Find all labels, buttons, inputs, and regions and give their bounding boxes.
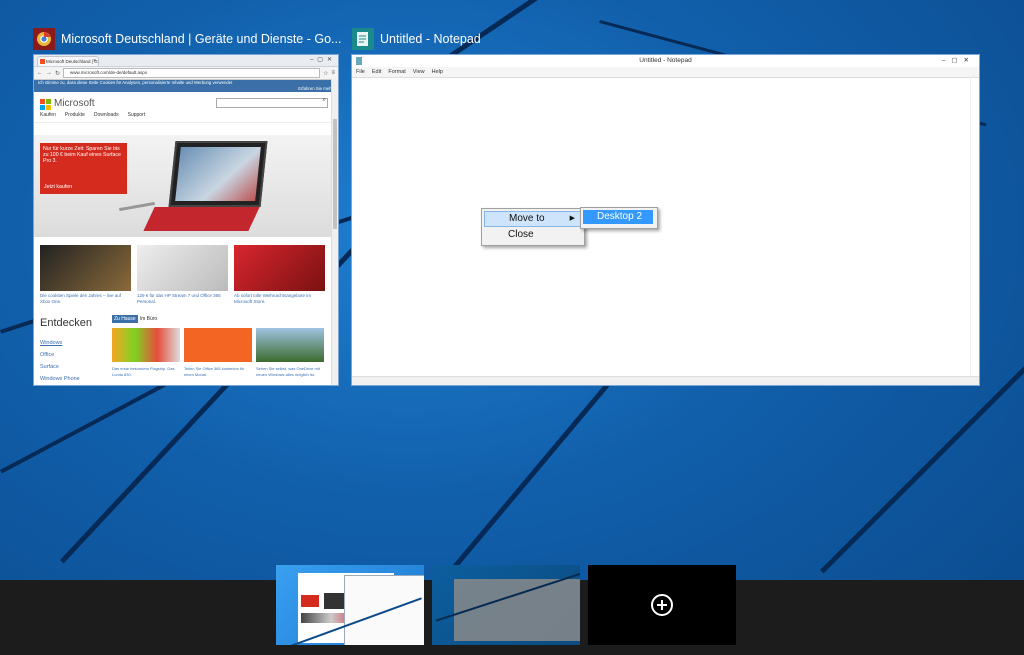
menu-format[interactable]: Format	[388, 67, 405, 77]
side-link-surface[interactable]: Surface	[40, 364, 59, 370]
chrome-icon	[33, 28, 55, 50]
submenu-item-desktop-2[interactable]: Desktop 2	[583, 210, 653, 224]
address-bar[interactable]: www.microsoft.com/de-de/default.aspx	[63, 68, 321, 78]
product-tile-caption[interactable]: Sehen Sie selbst, was OneDrive mit neuen…	[256, 366, 324, 378]
side-link-windows[interactable]: Windows	[40, 340, 62, 346]
nav-item[interactable]: Kaufen	[40, 112, 56, 118]
product-tile-caption[interactable]: Teilen Sie Office 365 kostenlos für eine…	[184, 366, 252, 378]
site-search-input[interactable]: ⌕	[216, 97, 328, 108]
reload-icon[interactable]: ↻	[55, 70, 60, 77]
hero-promo-text: Nur für kurze Zeit: Sparen Sie bis zu 10…	[43, 146, 121, 164]
menu-edit[interactable]: Edit	[372, 67, 381, 77]
cookie-text: Ich stimme zu, dass diese Seite Cookies …	[38, 80, 233, 85]
browser-tab-bar: Microsoft Deutschland | G × –▢✕	[34, 55, 338, 67]
desktop-2-window-preview	[454, 579, 580, 641]
new-desktop-button[interactable]	[588, 565, 736, 645]
browser-tab-label: Microsoft Deutschland | G	[46, 59, 98, 64]
notepad-small-icon	[356, 57, 362, 65]
product-tile-lumia[interactable]	[112, 328, 180, 362]
entdecken-heading: Entdecken	[40, 317, 92, 329]
notepad-titlebar: Untitled - Notepad –▢✕	[352, 55, 979, 67]
window-controls[interactable]: –▢✕	[942, 55, 975, 67]
scrollbar-thumb[interactable]	[333, 119, 337, 229]
product-tile-onedrive[interactable]	[256, 328, 324, 362]
nav-item[interactable]: Produkte	[65, 112, 85, 118]
promo-tile-store[interactable]	[234, 245, 325, 291]
chrome-window-title-text: Microsoft Deutschland | Geräte und Diens…	[61, 32, 342, 46]
context-menu: Move to ▶ Close	[481, 208, 585, 246]
site-nav: Kaufen Produkte Downloads Support	[40, 112, 145, 118]
site-brand: Microsoft	[54, 98, 95, 109]
cookie-banner: Ich stimme zu, dass diese Seite Cookies …	[34, 80, 338, 92]
favicon-icon	[40, 59, 45, 64]
menu-file[interactable]: File	[356, 67, 365, 77]
forward-icon[interactable]: →	[46, 70, 52, 76]
add-icon	[651, 594, 673, 616]
promo-tile-xbox[interactable]	[40, 245, 131, 291]
browser-toolbar: ← → ↻ www.microsoft.com/de-de/default.as…	[34, 67, 338, 80]
menu-item-close[interactable]: Close	[484, 227, 582, 243]
menu-item-move-to[interactable]: Move to ▶	[484, 211, 582, 227]
menu-help[interactable]: Help	[432, 67, 443, 77]
chrome-window-title[interactable]: Microsoft Deutschland | Geräte und Diens…	[33, 28, 341, 50]
notepad-window-title[interactable]: Untitled - Notepad	[352, 28, 481, 50]
submenu-arrow-icon: ▶	[569, 215, 575, 222]
site-header: Microsoft ⌕ Kaufen Produkte Downloads Su…	[34, 92, 338, 123]
tab-zu-hause[interactable]: Zu Hause	[112, 315, 138, 323]
notepad-vertical-scrollbar[interactable]	[970, 77, 977, 377]
chrome-window-thumbnail[interactable]: Microsoft Deutschland | G × –▢✕ ← → ↻ ww…	[34, 55, 338, 385]
notepad-window-thumbnail[interactable]: Untitled - Notepad –▢✕ File Edit Format …	[352, 55, 979, 385]
hero-promo-box: Nur für kurze Zeit: Sparen Sie bis zu 10…	[40, 143, 127, 194]
tab-im-buero[interactable]: Im Büro	[138, 315, 160, 323]
close-label: Close	[508, 229, 534, 240]
desktop-1-thumbnail[interactable]	[276, 565, 424, 645]
pen-image	[119, 201, 155, 212]
hero-cta-link[interactable]: Jetzt kaufen	[44, 184, 72, 190]
keyboard-image	[143, 207, 260, 231]
notepad-inner-title: Untitled - Notepad	[639, 57, 692, 64]
product-tile-office[interactable]	[184, 328, 252, 362]
promo-tile-caption[interactable]: Die coolsten Spiele des Jahres – live au…	[40, 293, 132, 305]
side-link-office[interactable]: Office	[40, 352, 54, 358]
promo-tile-hp[interactable]	[137, 245, 228, 291]
promo-tile-caption[interactable]: 129 € für das HP Stream 7 und Office 365…	[137, 293, 229, 305]
window-controls[interactable]: –▢✕	[310, 56, 336, 63]
notepad-menubar: File Edit Format View Help	[352, 67, 979, 78]
browser-tab[interactable]: Microsoft Deutschland | G ×	[37, 56, 99, 66]
browser-scrollbar[interactable]	[331, 79, 338, 385]
menu-icon[interactable]: ≡	[331, 70, 335, 76]
nav-item[interactable]: Support	[128, 112, 146, 118]
move-to-label: Move to	[509, 213, 545, 224]
microsoft-logo-icon	[40, 99, 51, 110]
side-link-windows-phone[interactable]: Windows Phone	[40, 376, 80, 382]
notepad-icon	[352, 28, 374, 50]
close-tab-icon[interactable]: ×	[93, 57, 96, 66]
desktop-2-thumbnail[interactable]	[432, 565, 580, 645]
product-tile-caption[interactable]: Das erste besonders Flagship. Das Lumia …	[112, 366, 180, 378]
tablet-image	[168, 141, 268, 207]
nav-item[interactable]: Downloads	[94, 112, 119, 118]
move-to-submenu: Desktop 2	[580, 207, 658, 229]
notepad-window-title-text: Untitled - Notepad	[380, 32, 481, 46]
menu-view[interactable]: View	[413, 67, 425, 77]
hero-banner[interactable]: Nur für kurze Zeit: Sparen Sie bis zu 10…	[34, 135, 332, 237]
category-tabs: Zu Hause Im Büro	[112, 315, 160, 323]
back-icon[interactable]: ←	[37, 70, 43, 76]
search-icon: ⌕	[322, 97, 326, 103]
notepad-horizontal-scrollbar[interactable]	[352, 376, 979, 385]
star-icon[interactable]: ☆	[323, 70, 328, 77]
promo-tile-caption[interactable]: Ab sofort tolle Weihnachtsangebote im Mi…	[234, 293, 326, 305]
